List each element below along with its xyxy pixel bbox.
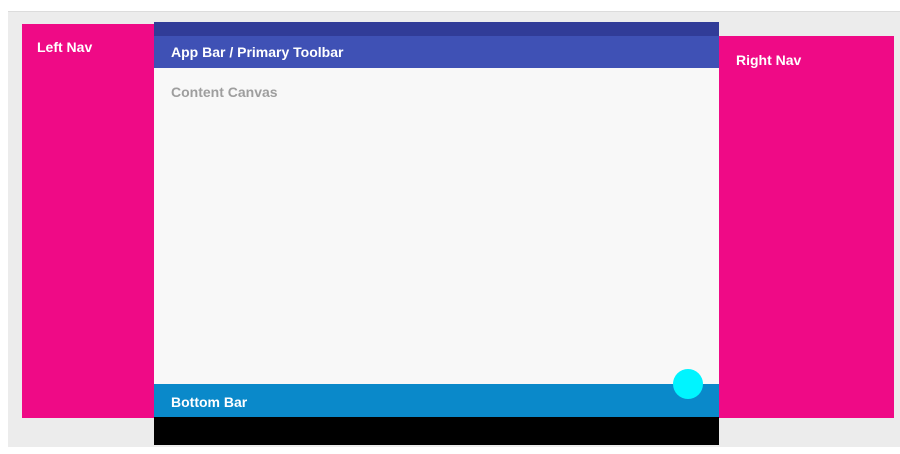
app-bar-label: App Bar / Primary Toolbar: [171, 44, 344, 60]
status-bar-region: [154, 22, 719, 36]
left-nav-label: Left Nav: [37, 39, 93, 55]
layout-diagram: Left Nav Right Nav App Bar / Primary Too…: [0, 0, 900, 454]
content-canvas-label: Content Canvas: [171, 84, 278, 100]
floating-action-button[interactable]: [673, 369, 703, 399]
left-nav-region: Left Nav: [22, 24, 154, 418]
app-bar-region: App Bar / Primary Toolbar: [154, 36, 719, 68]
right-nav-region: Right Nav: [719, 36, 894, 418]
system-navigation-bar: [154, 417, 719, 445]
content-canvas-region: Content Canvas: [154, 68, 719, 384]
right-nav-label: Right Nav: [736, 52, 802, 68]
bottom-bar-region: Bottom Bar: [154, 384, 719, 417]
bottom-bar-label: Bottom Bar: [171, 394, 248, 410]
